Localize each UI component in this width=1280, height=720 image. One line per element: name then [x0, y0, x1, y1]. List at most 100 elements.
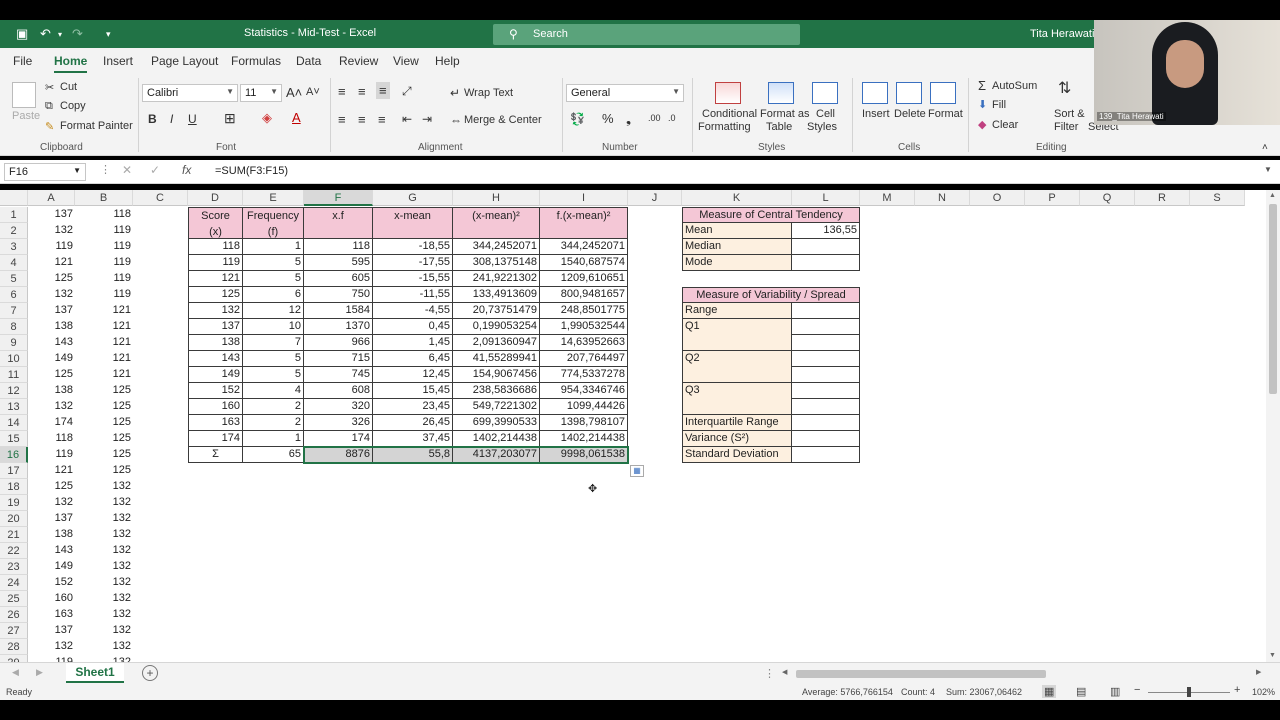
- variability-label[interactable]: Interquartile Range: [682, 415, 792, 431]
- table-total-cell[interactable]: 55,8: [373, 447, 453, 463]
- cell-b[interactable]: 119: [75, 271, 133, 287]
- table-cell[interactable]: 118: [304, 239, 373, 255]
- table-cell[interactable]: 4: [243, 383, 304, 399]
- table-cell[interactable]: 774,5337278: [540, 367, 628, 383]
- cell-b[interactable]: 121: [75, 303, 133, 319]
- table-cell[interactable]: 5: [243, 255, 304, 271]
- table-cell[interactable]: 238,5836686: [453, 383, 540, 399]
- central-label[interactable]: Median: [682, 239, 792, 255]
- cell-a[interactable]: 160: [28, 591, 75, 607]
- table-cell[interactable]: 207,764497: [540, 351, 628, 367]
- autosave-icon[interactable]: ▣: [16, 26, 28, 42]
- increase-decimal-icon[interactable]: .00: [648, 113, 661, 123]
- cell-a[interactable]: 137: [28, 511, 75, 527]
- table-total-cell[interactable]: 9998,061538: [540, 447, 628, 463]
- cell-a[interactable]: 137: [28, 303, 75, 319]
- column-header[interactable]: F: [304, 190, 373, 206]
- table-cell[interactable]: 12: [243, 303, 304, 319]
- median-value[interactable]: [792, 239, 860, 255]
- cell-a[interactable]: 119: [28, 655, 75, 662]
- table-cell[interactable]: 154,9067456: [453, 367, 540, 383]
- table-cell[interactable]: 954,3346746: [540, 383, 628, 399]
- cell-a[interactable]: 152: [28, 575, 75, 591]
- row-header[interactable]: 16: [0, 447, 28, 463]
- increase-font-icon[interactable]: A˄: [286, 85, 302, 100]
- format-as-table-label-1[interactable]: Format as: [760, 108, 810, 120]
- collapse-ribbon-icon[interactable]: ˄: [1262, 142, 1268, 153]
- row-header[interactable]: 4: [0, 255, 28, 271]
- font-color-icon[interactable]: A: [292, 110, 301, 125]
- row-header[interactable]: 18: [0, 479, 28, 495]
- table-cell[interactable]: 138: [188, 335, 243, 351]
- central-label[interactable]: Mean: [682, 223, 792, 239]
- sort-filter-label-1[interactable]: Sort &: [1054, 108, 1085, 120]
- cell-b[interactable]: 132: [75, 655, 133, 662]
- zoom-in-icon[interactable]: +: [1234, 684, 1240, 696]
- bold-button[interactable]: B: [148, 112, 157, 126]
- tab-split-handle[interactable]: ⋮: [764, 667, 775, 680]
- table-cell[interactable]: 0,199053254: [453, 319, 540, 335]
- column-header[interactable]: B: [75, 190, 133, 206]
- cell-b[interactable]: 119: [75, 255, 133, 271]
- row-header[interactable]: 14: [0, 415, 28, 431]
- cell-a[interactable]: 119: [28, 239, 75, 255]
- cell-a[interactable]: 125: [28, 479, 75, 495]
- variability-value[interactable]: [792, 351, 860, 367]
- align-bottom-icon[interactable]: ≡: [376, 82, 390, 99]
- table-cell[interactable]: 1402,214438: [540, 431, 628, 447]
- column-header[interactable]: A: [28, 190, 75, 206]
- table-total-cell[interactable]: 4137,203077: [453, 447, 540, 463]
- align-top-icon[interactable]: ≡: [338, 84, 346, 99]
- table-header-cell[interactable]: x.f: [304, 207, 373, 239]
- sort-filter-label-2[interactable]: Filter: [1054, 121, 1078, 133]
- cell-styles-label-1[interactable]: Cell: [816, 108, 835, 120]
- variability-value[interactable]: [792, 303, 860, 319]
- cell-b[interactable]: 132: [75, 543, 133, 559]
- cell-b[interactable]: 132: [75, 479, 133, 495]
- cell-b[interactable]: 119: [75, 223, 133, 239]
- table-cell[interactable]: 1: [243, 239, 304, 255]
- cell-b[interactable]: 132: [75, 559, 133, 575]
- table-cell[interactable]: 2: [243, 399, 304, 415]
- orientation-icon[interactable]: ⤢: [402, 84, 412, 99]
- underline-button[interactable]: U: [188, 112, 197, 126]
- cell-a[interactable]: 132: [28, 639, 75, 655]
- table-cell[interactable]: 1370: [304, 319, 373, 335]
- normal-view-icon[interactable]: ▦: [1042, 685, 1057, 698]
- fill-color-icon[interactable]: ◈: [262, 110, 272, 126]
- row-header[interactable]: 19: [0, 495, 28, 511]
- quick-analysis-icon[interactable]: ▦: [630, 465, 644, 477]
- decrease-decimal-icon[interactable]: .0: [668, 113, 676, 123]
- variability-label[interactable]: Q1: [682, 319, 792, 351]
- variability-value[interactable]: [792, 367, 860, 383]
- row-header[interactable]: 8: [0, 319, 28, 335]
- table-cell[interactable]: 1: [243, 431, 304, 447]
- table-cell[interactable]: 7: [243, 335, 304, 351]
- tab-formulas[interactable]: Formulas: [231, 54, 281, 68]
- table-cell[interactable]: 248,8501775: [540, 303, 628, 319]
- column-header[interactable]: K: [682, 190, 792, 206]
- italic-button[interactable]: I: [170, 112, 173, 126]
- vertical-scrollbar[interactable]: ▲ ▼: [1266, 190, 1280, 662]
- cell-a[interactable]: 121: [28, 463, 75, 479]
- scroll-left-icon[interactable]: ◀: [782, 668, 787, 676]
- table-cell[interactable]: 1,45: [373, 335, 453, 351]
- copy-button[interactable]: Copy: [60, 100, 86, 112]
- mean-value[interactable]: 136,55: [792, 223, 860, 239]
- cell-b[interactable]: 121: [75, 319, 133, 335]
- cut-button[interactable]: Cut: [60, 81, 77, 93]
- row-header[interactable]: 3: [0, 239, 28, 255]
- insert-cells-button[interactable]: Insert: [862, 108, 890, 120]
- variability-title[interactable]: Measure of Variability / Spread: [682, 287, 860, 303]
- borders-icon[interactable]: ⊞: [224, 110, 236, 127]
- variability-label[interactable]: Range: [682, 303, 792, 319]
- column-header[interactable]: S: [1190, 190, 1245, 206]
- table-cell[interactable]: 133,4913609: [453, 287, 540, 303]
- zoom-out-icon[interactable]: −: [1134, 684, 1140, 696]
- table-total-cell[interactable]: 8876: [304, 447, 373, 463]
- cell-a[interactable]: 138: [28, 319, 75, 335]
- column-header[interactable]: M: [860, 190, 915, 206]
- cell-a[interactable]: 125: [28, 367, 75, 383]
- accounting-icon[interactable]: 💱: [570, 112, 585, 126]
- table-cell[interactable]: -11,55: [373, 287, 453, 303]
